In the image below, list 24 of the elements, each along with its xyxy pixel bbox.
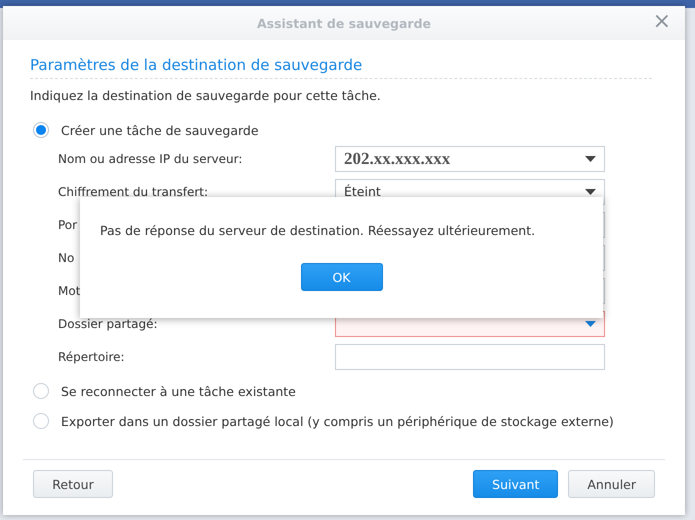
field-label: Por	[58, 218, 78, 232]
field-label: Répertoire:	[58, 350, 125, 364]
radio-button[interactable]	[33, 413, 49, 429]
section-title: Paramètres de la destination de sauvegarde	[30, 56, 652, 79]
window-title: Assistant de sauvegarde	[256, 16, 432, 30]
field-label: Chiffrement du transfert:	[58, 184, 208, 198]
field-label: Dossier partagé:	[58, 316, 158, 330]
input-field[interactable]	[335, 344, 605, 370]
caret-icon	[585, 156, 596, 162]
radio-label: Créer une tâche de sauvegarde	[61, 122, 259, 138]
field-label: Nom ou adresse IP du serveur:	[58, 152, 242, 166]
alert-message: Pas de réponse du serveur de destination. Réessayez ultérieurement.	[100, 223, 536, 238]
field-label: No	[58, 250, 74, 264]
dropdown-field[interactable]: 202.xx.xxx.xxx	[335, 146, 605, 172]
field-label: Mot	[58, 284, 80, 298]
radio-label: Exporter dans un dossier partagé local (y compris un périphérique de stockage externe)	[61, 414, 614, 428]
radio-label: Se reconnecter à une tâche existante	[61, 384, 296, 398]
instruction-text: Indiquez la destination de sauvegarde pour cette tâche.	[30, 88, 382, 103]
radio-button[interactable]	[33, 122, 49, 138]
footer-button[interactable]: Annuler	[568, 470, 655, 498]
caret-icon	[585, 188, 596, 194]
radio-button[interactable]	[33, 383, 49, 399]
caret-icon	[585, 320, 596, 326]
footer-button[interactable]: Retour	[33, 470, 113, 498]
